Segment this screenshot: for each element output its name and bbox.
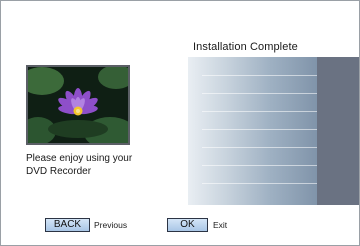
back-button[interactable]: BACK bbox=[45, 218, 90, 232]
decorative-panel-edge bbox=[317, 57, 359, 205]
setup-screen: Installation Complete Please enjoy using… bbox=[0, 0, 360, 246]
completion-message: Please enjoy using your DVD Recorder bbox=[26, 153, 133, 177]
back-hint: Previous bbox=[94, 220, 128, 230]
lotus-photo-thumbnail bbox=[26, 65, 130, 145]
panel-stripe bbox=[202, 183, 317, 184]
screen-title: Installation Complete bbox=[193, 41, 298, 53]
panel-stripe bbox=[202, 129, 317, 130]
panel-stripe bbox=[202, 93, 317, 94]
ok-button[interactable]: OK bbox=[167, 218, 208, 232]
panel-stripe bbox=[202, 75, 317, 76]
lotus-photo-icon bbox=[28, 67, 128, 143]
panel-stripe bbox=[202, 165, 317, 166]
panel-stripe bbox=[202, 147, 317, 148]
panel-stripe bbox=[202, 111, 317, 112]
ok-hint: Exit bbox=[213, 220, 228, 230]
